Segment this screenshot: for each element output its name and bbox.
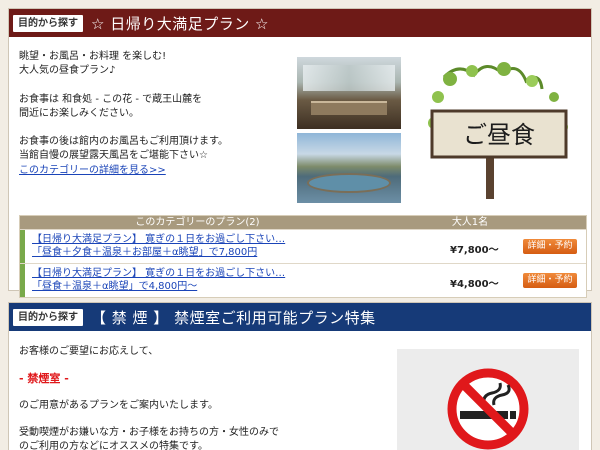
- panel-title: ☆ 日帰り大満足プラン ☆: [91, 14, 269, 33]
- plan-count-label: このカテゴリーのプラン(2): [135, 217, 260, 228]
- plan-subtitle[interactable]: 「昼食＋温泉＋α眺望」で4,800円〜: [32, 280, 372, 293]
- open-air-bath-photo: [297, 133, 401, 203]
- intro-text: 眺望・お風呂・お料理 を楽しむ! 大人気の昼食プラン♪ お食事は 和食処 - こ…: [19, 50, 289, 178]
- plan-title[interactable]: 【日帰り大満足プラン】 寛ぎの１日をお過ごし下さい…: [32, 233, 372, 246]
- plan-list: このカテゴリーのプラン(2) 大人1名 【日帰り大満足プラン】 寛ぎの１日をお過…: [19, 215, 587, 298]
- lunch-sign-image: ご昼食: [428, 62, 568, 199]
- panel-header: 目的から探す ☆ 日帰り大満足プラン ☆: [9, 9, 591, 37]
- plan-row: 【日帰り大満足プラン】 寛ぎの１日をお過ごし下さい… 「昼食＋温泉＋α眺望」で4…: [20, 263, 586, 297]
- plan-subtitle[interactable]: 「昼食＋夕食＋温泉＋お部屋＋α眺望」で7,800円: [32, 246, 372, 259]
- intro-paragraph: お食事は 和食処 - この花 - で蔵王山麓を 間近にお楽しみください。: [19, 93, 203, 119]
- body-line: のご用意があるプランをご案内いたします。: [19, 400, 218, 411]
- panel-header: 目的から探す 【 禁 煙 】 禁煙室ご利用可能プラン特集: [9, 303, 591, 331]
- plan-row: 【日帰り大満足プラン】 寛ぎの１日をお過ごし下さい… 「昼食＋夕食＋温泉＋お部屋…: [20, 229, 586, 263]
- plan-link[interactable]: 【日帰り大満足プラン】 寛ぎの１日をお過ごし下さい… 「昼食＋温泉＋α眺望」で4…: [32, 267, 372, 293]
- restaurant-photo: [297, 57, 401, 129]
- non-smoking-panel: 目的から探す 【 禁 煙 】 禁煙室ご利用可能プラン特集 お客様のご要望にお応え…: [8, 302, 592, 450]
- plan-list-header: このカテゴリーのプラン(2) 大人1名: [20, 216, 586, 229]
- intro-paragraph: お食事の後は館内のお風呂もご利用頂けます。 当館自慢の展望露天風呂をご堪能下さい…: [19, 136, 228, 162]
- plan-title[interactable]: 【日帰り大満足プラン】 寛ぎの１日をお過ごし下さい…: [32, 267, 372, 280]
- plan-link[interactable]: 【日帰り大満足プラン】 寛ぎの１日をお過ごし下さい… 「昼食＋夕食＋温泉＋お部屋…: [32, 233, 372, 259]
- plan-price: ¥4,800〜: [450, 279, 499, 290]
- panel-title: 【 禁 煙 】 禁煙室ご利用可能プラン特集: [91, 308, 376, 327]
- details-reserve-button[interactable]: 詳細・予約: [523, 239, 577, 254]
- price-column-label: 大人1名: [451, 217, 489, 228]
- intro-paragraph: 眺望・お風呂・お料理 を楽しむ! 大人気の昼食プラン♪: [19, 51, 167, 77]
- category-tag: 目的から探す: [13, 14, 83, 32]
- body-line: 受動喫煙がお嫌いな方・お子様をお持ちの方・女性のみで: [19, 427, 279, 438]
- body-line: のご利用の方などにオススメの特集です。: [19, 441, 208, 450]
- category-details-link[interactable]: このカテゴリーの詳細を見る>>: [19, 164, 289, 178]
- body-line: お客様のご要望にお応えして、: [19, 346, 159, 357]
- no-smoking-icon: [447, 368, 529, 450]
- plan-price: ¥7,800〜: [450, 245, 499, 256]
- non-smoking-text: お客様のご要望にお応えして、 - 禁煙室 - のご用意があるプランをご案内いたし…: [19, 345, 319, 450]
- highlight-label: - 禁煙室 -: [19, 372, 69, 385]
- details-reserve-button[interactable]: 詳細・予約: [523, 273, 577, 288]
- sign-text: ご昼食: [463, 121, 535, 149]
- lunch-plan-panel: 目的から探す ☆ 日帰り大満足プラン ☆ 眺望・お風呂・お料理 を楽しむ! 大人…: [8, 8, 592, 298]
- category-tag: 目的から探す: [13, 308, 83, 326]
